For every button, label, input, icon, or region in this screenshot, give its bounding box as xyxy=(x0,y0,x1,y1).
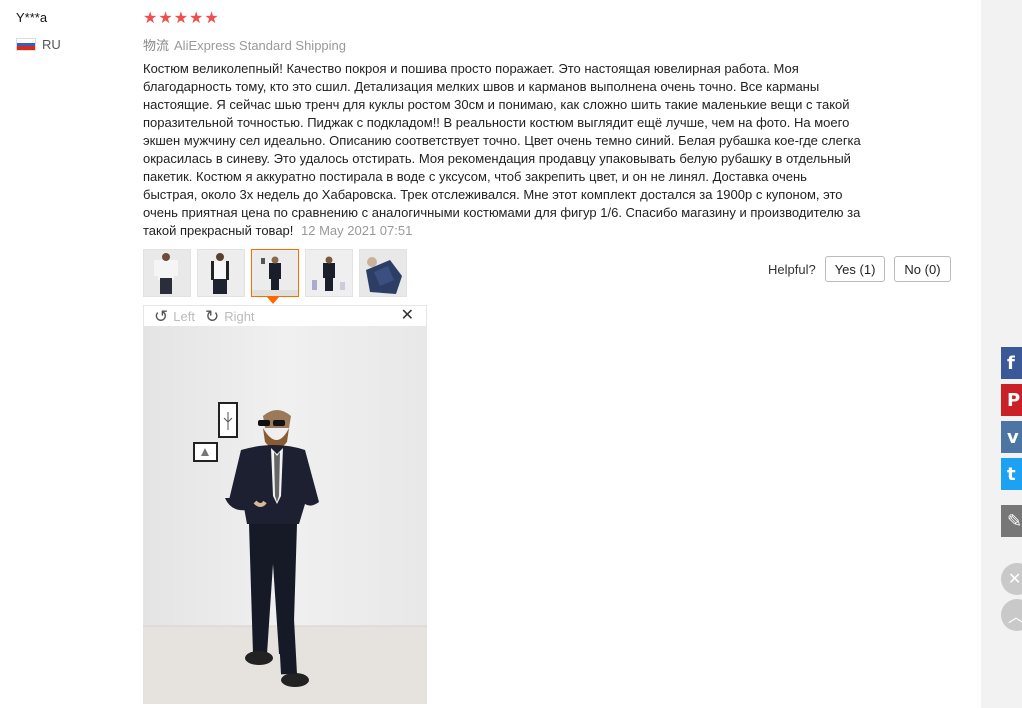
close-icon: ✕ xyxy=(1008,571,1022,588)
russia-flag-icon xyxy=(16,38,36,51)
shipping-info: 物流 AliExpress Standard Shipping xyxy=(143,35,346,54)
review-photo-thumbnail[interactable] xyxy=(305,249,353,297)
pinterest-share-button[interactable]: P xyxy=(1001,384,1022,416)
vk-icon: v xyxy=(1007,426,1019,448)
shipping-label: 物流 xyxy=(143,38,170,53)
edit-icon: ✎ xyxy=(1007,510,1022,532)
star-icon: ★ xyxy=(204,10,219,27)
shipping-method: AliExpress Standard Shipping xyxy=(174,38,347,53)
review-text: Костюм великолепный! Качество покроя и п… xyxy=(143,60,863,240)
review-photo-large xyxy=(143,326,427,704)
review-photo-thumbnail-selected[interactable] xyxy=(251,249,299,297)
facebook-share-button[interactable]: f xyxy=(1001,347,1022,379)
star-icon: ★ xyxy=(173,10,189,27)
twitter-share-button[interactable]: t xyxy=(1001,458,1022,490)
photo-viewer-toolbar: ↺ Left ↻ Right ✕ xyxy=(143,305,427,326)
close-icon[interactable]: ✕ xyxy=(401,306,414,326)
twitter-icon: t xyxy=(1007,463,1016,485)
rotate-right-icon: ↻ xyxy=(204,306,220,326)
helpful-yes-button[interactable]: Yes (1) xyxy=(824,256,886,282)
star-icon: ★ xyxy=(143,10,158,27)
rotate-left-button[interactable]: ↺ Left xyxy=(154,308,195,325)
country-code: RU xyxy=(42,37,61,52)
helpful-no-button[interactable]: No (0) xyxy=(894,256,951,282)
selected-thumbnail-pointer xyxy=(267,297,279,304)
rotate-left-label: Left xyxy=(173,308,195,324)
star-icon: ★ xyxy=(189,10,204,27)
rotate-right-label: Right xyxy=(224,308,255,324)
review-date: 12 May 2021 07:51 xyxy=(301,223,413,238)
review-photo-thumbnails xyxy=(143,249,407,297)
rotate-left-icon: ↺ xyxy=(154,306,169,326)
chevron-up-icon: ︿ xyxy=(1008,603,1022,627)
star-icon: ★ xyxy=(158,10,173,27)
star-rating: ★ ★ ★ ★ ★ xyxy=(143,10,219,28)
helpful-label: Helpful? xyxy=(768,261,816,277)
review-photo-thumbnail[interactable] xyxy=(197,249,245,297)
pinterest-icon: P xyxy=(1007,389,1021,411)
review-body: Костюм великолепный! Качество покроя и п… xyxy=(143,61,861,238)
edit-button[interactable]: ✎ xyxy=(1001,505,1022,537)
review-photo-thumbnail[interactable] xyxy=(143,249,191,297)
reviewer-name: Y***a xyxy=(16,10,48,25)
rotate-right-button[interactable]: ↻ Right xyxy=(205,308,255,325)
helpful-section: Helpful? Yes (1) No (0) xyxy=(768,256,951,282)
vk-share-button[interactable]: v xyxy=(1001,421,1022,453)
reviewer-country: RU xyxy=(16,37,61,52)
review-photo-thumbnail[interactable] xyxy=(359,249,407,297)
facebook-icon: f xyxy=(1007,352,1015,374)
